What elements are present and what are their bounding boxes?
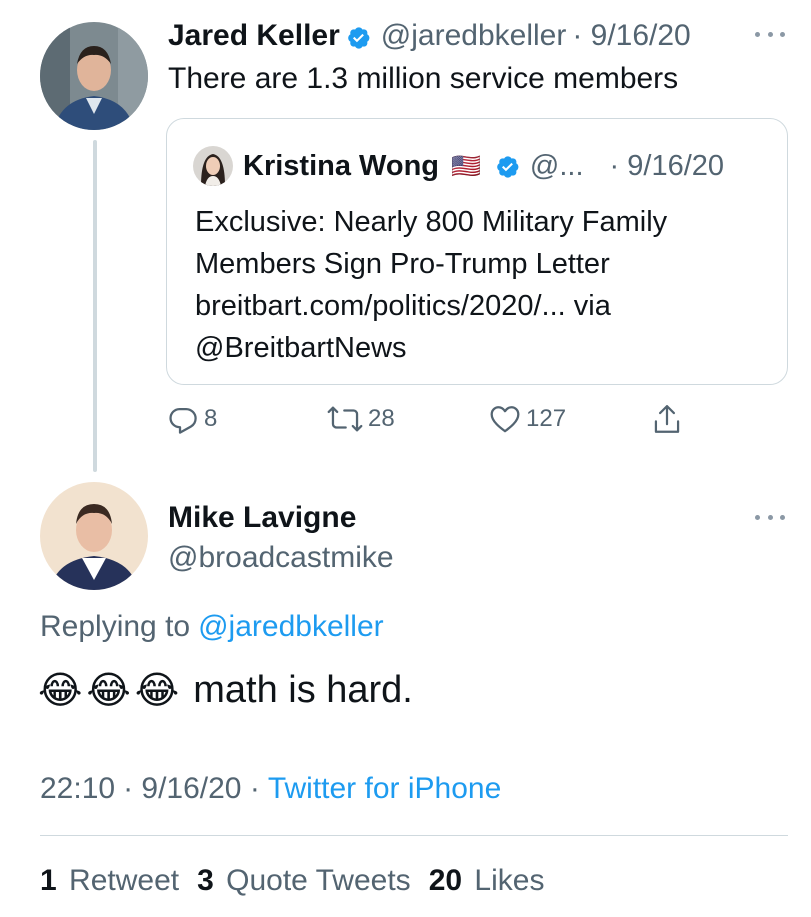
quote-handle[interactable]: @... xyxy=(530,150,584,183)
quote-tweets-label: Quote Tweets xyxy=(226,864,411,897)
tweet2-text-line: 😂😂😂 math is hard. xyxy=(38,664,413,716)
stats-divider xyxy=(40,835,788,836)
tweet1-text: There are 1.3 million service members xyxy=(168,62,679,95)
share-icon xyxy=(654,405,680,433)
replying-to-label: Replying to xyxy=(40,610,191,643)
tweet2-more-icon[interactable] xyxy=(755,511,785,523)
tweet2-meta: 22:10 · 9/16/20 · Twitter for iPhone xyxy=(40,768,501,810)
replying-to-line: Replying to @jaredbkeller xyxy=(40,606,384,648)
reply-icon xyxy=(169,407,197,434)
tweet1-author-name[interactable]: Jared Keller xyxy=(168,19,340,53)
likes-label: Likes xyxy=(474,864,545,897)
tweet2-handle[interactable]: @broadcastmike xyxy=(168,538,394,578)
retweets-stat[interactable]: 1 Retweet xyxy=(40,864,179,898)
quote-author-name[interactable]: Kristina Wong xyxy=(243,150,439,183)
tweet1-more-icon[interactable] xyxy=(755,28,785,40)
like-icon xyxy=(490,406,520,433)
reply-count: 8 xyxy=(204,405,218,432)
quote-tweets-count: 3 xyxy=(197,864,214,897)
quote-text: Exclusive: Nearly 800 Military Family Me… xyxy=(195,206,668,364)
retweets-label: Retweet xyxy=(69,864,180,897)
thread-connector-line xyxy=(93,140,97,472)
retweet-button[interactable]: 28 xyxy=(326,402,395,436)
tweet1-header: Jared Keller @jaredbkeller · 9/16/20 xyxy=(168,16,691,56)
like-count: 127 xyxy=(526,405,567,432)
reply-button[interactable]: 8 xyxy=(166,402,217,436)
tweet2-date[interactable]: · 9/16/20 · xyxy=(123,772,260,806)
tweet1-date[interactable]: · 9/16/20 xyxy=(572,19,690,53)
us-flag-icon: 🇺🇸 xyxy=(451,152,481,180)
tweet2-time[interactable]: 22:10 xyxy=(40,772,115,806)
retweet-icon xyxy=(327,406,363,432)
share-button[interactable] xyxy=(650,402,688,438)
verified-badge-icon xyxy=(495,154,520,179)
quoted-tweet-card[interactable]: Kristina Wong 🇺🇸 @... · 9/16/20 Exclusiv… xyxy=(166,118,788,385)
likes-stat[interactable]: 20 Likes xyxy=(429,864,545,898)
kristina-wong-avatar[interactable] xyxy=(193,146,233,186)
likes-count: 20 xyxy=(428,864,463,897)
tweet1-handle[interactable]: @jaredbkeller xyxy=(381,19,567,53)
replying-to-handle-link[interactable]: @jaredbkeller xyxy=(198,610,384,644)
tweet2-source-link[interactable]: Twitter for iPhone xyxy=(268,772,501,806)
mike-lavigne-avatar[interactable] xyxy=(40,482,148,590)
engagement-stats: 1 Retweet 3 Quote Tweets 20 Likes xyxy=(40,860,544,902)
tweet2-author-name: Mike Lavigne xyxy=(168,501,357,534)
quote-tweets-stat[interactable]: 3 Quote Tweets xyxy=(197,864,411,898)
retweet-count: 28 xyxy=(368,405,395,432)
tweet2-text: math is hard. xyxy=(193,668,413,711)
quote-date[interactable]: · 9/16/20 xyxy=(610,150,724,183)
jared-keller-avatar[interactable] xyxy=(40,22,148,130)
like-button[interactable]: 127 xyxy=(488,402,566,436)
quote-header: Kristina Wong 🇺🇸 @... · 9/16/20 xyxy=(243,145,724,187)
verified-badge-icon xyxy=(346,24,371,49)
retweets-count: 1 xyxy=(40,864,57,897)
laughing-emoji-icons: 😂😂😂 xyxy=(38,669,184,712)
